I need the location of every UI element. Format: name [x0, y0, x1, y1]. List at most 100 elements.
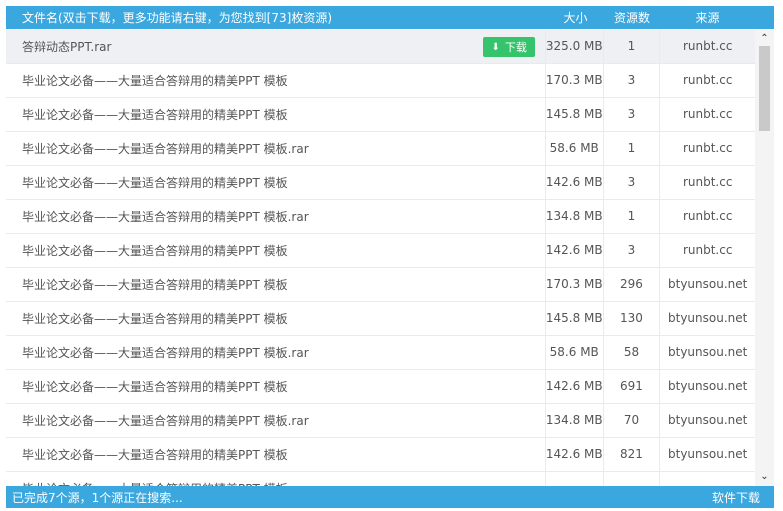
software-download-link[interactable]: 软件下载: [712, 489, 760, 506]
file-name: 毕业论文必备——大量适合答辩用的精美PPT 模板: [22, 74, 288, 88]
source-site: runbt.cc: [659, 30, 755, 63]
chevron-up-icon[interactable]: ⌃: [755, 32, 774, 46]
file-size: 142.6 MB: [544, 438, 603, 471]
vertical-scrollbar[interactable]: ⌃ ⌄: [755, 30, 774, 486]
source-site: runbt.cc: [659, 166, 755, 199]
file-name-cell: 毕业论文必备——大量适合答辩用的精美PPT 模板.rar: [6, 336, 545, 369]
file-name: 毕业论文必备——大量适合答辩用的精美PPT 模板: [22, 108, 288, 122]
search-results-window: 文件名(双击下载，更多功能请右键，为您找到[73]枚资源) 大小 资源数 来源 …: [6, 6, 774, 508]
file-size: 145.8 MB: [544, 98, 603, 131]
file-size: 325.0 MB: [544, 30, 603, 63]
file-name-cell: 毕业论文必备——大量适合答辩用的精美PPT 模板: [6, 370, 545, 403]
table-row[interactable]: 毕业论文必备——大量适合答辩用的精美PPT 模板.rar 58.6 MB 1 runb…: [6, 132, 755, 166]
table-row[interactable]: 毕业论文必备——大量适合答辩用的精美PPT 模板.rar 58.6 MB 58 bty…: [6, 336, 755, 370]
resource-count: 58: [602, 336, 660, 369]
file-size: 134.8 MB: [544, 404, 603, 437]
download-button[interactable]: ⬇ 下载: [483, 37, 535, 57]
file-name-cell: 毕业论文必备——大量适合答辩用的精美PPT 模板: [6, 98, 545, 131]
file-size: 170.3 MB: [544, 268, 603, 301]
resource-count: 3: [602, 98, 660, 131]
table-row[interactable]: 毕业论文必备——大量适合答辩用的精美PPT 模板.rar 134.8 MB 70 bt…: [6, 404, 755, 438]
resource-count: 70: [602, 404, 660, 437]
file-name: 毕业论文必备——大量适合答辩用的精美PPT 模板: [22, 244, 288, 258]
table-row[interactable]: 毕业论文必备——大量适合答辩用的精美PPT 模板 145.8 MB 3 runbt.c…: [6, 98, 755, 132]
download-label: 下载: [504, 41, 527, 54]
source-site: [659, 472, 755, 486]
file-name: 毕业论文必备——大量适合答辩用的精美PPT 模板.rar: [22, 210, 309, 224]
file-name: 毕业论文必备——大量适合答辩用的精美PPT 模板: [22, 312, 288, 326]
file-name-cell: 毕业论文必备——大量适合答辩用的精美PPT 模板.rar: [6, 200, 545, 233]
file-name-cell: 毕业论文必备——大量适合答辩用的精美PPT 模板: [6, 268, 545, 301]
source-site: btyunsou.net: [659, 438, 755, 471]
header-source[interactable]: 来源: [660, 9, 755, 26]
scrollbar-thumb[interactable]: [759, 46, 770, 131]
chevron-down-icon[interactable]: ⌄: [755, 470, 774, 484]
file-name: 答辩动态PPT.rar: [22, 40, 112, 54]
resource-count: 296: [602, 268, 660, 301]
file-size: 142.6 MB: [544, 370, 603, 403]
file-size: 142.6 MB: [544, 166, 603, 199]
search-status-text: 已完成7个源，1个源正在搜索...: [12, 490, 183, 505]
file-name: 毕业论文必备——大量适合答辩用的精美PPT 模板: [22, 176, 288, 190]
header-filename[interactable]: 文件名(双击下载，更多功能请右键，为您找到[73]枚资源): [6, 9, 547, 26]
file-size: 170.3 MB: [544, 64, 603, 97]
resource-count: 1: [602, 30, 660, 63]
results-header: 文件名(双击下载，更多功能请右键，为您找到[73]枚资源) 大小 资源数 来源: [6, 6, 774, 29]
file-name-cell: 毕业论文必备——大量适合答辩用的精美PPT 模板: [6, 64, 545, 97]
source-site: btyunsou.net: [659, 370, 755, 403]
resource-count: 1: [602, 200, 660, 233]
table-row[interactable]: 毕业论文必备——大量适合答辩用的精美PPT 模板 142.6 MB 691 btyun…: [6, 370, 755, 404]
file-name-cell: 毕业论文必备——大量适合答辩用的精美PPT 模板.rar: [6, 404, 545, 437]
file-name: 毕业论文必备——大量适合答辩用的精美PPT 模板: [22, 448, 288, 462]
file-size: 58.6 MB: [544, 336, 603, 369]
table-row[interactable]: 毕业论文必备——大量适合答辩用的精美PPT 模板 142.6 MB 3 runbt.c…: [6, 166, 755, 200]
source-site: runbt.cc: [659, 234, 755, 267]
file-name-cell: 毕业论文必备——大量适合答辩用的精美PPT 模板: [6, 302, 545, 335]
file-name: 毕业论文必备——大量适合答辩用的精美PPT 模板.rar: [22, 414, 309, 428]
resource-count: [602, 472, 660, 486]
arrow-down-icon: ⬇: [491, 41, 500, 53]
file-name: 毕业论文必备——大量适合答辩用的精美PPT 模板.rar: [22, 142, 309, 156]
resource-count: 691: [602, 370, 660, 403]
table-row[interactable]: 毕业论文必备——大量适合答辩用的精美PPT 模板 142.6 MB 821 btyun…: [6, 438, 755, 472]
table-row[interactable]: 毕业论文必备——大量适合答辩用的精美PPT 模板 170.3 MB 296 btyun…: [6, 268, 755, 302]
resource-count: 130: [602, 302, 660, 335]
file-name-cell: 答辩动态PPT.rar ⬇ 下载: [6, 30, 545, 63]
file-name-cell: 毕业论文必备——大量适合答辩用的精美PPT 模板: [6, 472, 545, 486]
source-site: runbt.cc: [659, 98, 755, 131]
resource-count: 3: [602, 64, 660, 97]
file-size: 145.8 MB: [544, 302, 603, 335]
table-row[interactable]: 毕业论文必备——大量适合答辩用的精美PPT 模板 170.3 MB 3 runbt.c…: [6, 64, 755, 98]
table-row[interactable]: 毕业论文必备——大量适合答辩用的精美PPT 模板.rar 134.8 MB 1 run…: [6, 200, 755, 234]
source-site: runbt.cc: [659, 132, 755, 165]
resource-count: 1: [602, 132, 660, 165]
header-resource-count[interactable]: 资源数: [604, 9, 660, 26]
resource-count: 821: [602, 438, 660, 471]
file-size: 134.8 MB: [544, 200, 603, 233]
file-name: 毕业论文必备——大量适合答辩用的精美PPT 模板: [22, 380, 288, 394]
source-site: runbt.cc: [659, 200, 755, 233]
table-row[interactable]: 毕业论文必备——大量适合答辩用的精美PPT 模板 145.8 MB 130 btyun…: [6, 302, 755, 336]
file-name: 毕业论文必备——大量适合答辩用的精美PPT 模板: [22, 278, 288, 292]
table-row[interactable]: 毕业论文必备——大量适合答辩用的精美PPT 模板 142.6 MB 3 runbt.c…: [6, 234, 755, 268]
source-site: btyunsou.net: [659, 268, 755, 301]
file-size: [544, 472, 603, 486]
table-row[interactable]: 答辩动态PPT.rar ⬇ 下载 325.0 MB 1 runbt.cc: [6, 30, 755, 64]
source-site: runbt.cc: [659, 64, 755, 97]
results-list: 答辩动态PPT.rar ⬇ 下载 325.0 MB 1 runbt.cc 毕业论文必备——大…: [6, 30, 755, 486]
table-row[interactable]: 毕业论文必备——大量适合答辩用的精美PPT 模板: [6, 472, 755, 486]
resource-count: 3: [602, 166, 660, 199]
source-site: btyunsou.net: [659, 404, 755, 437]
status-bar: 已完成7个源，1个源正在搜索... 软件下载: [6, 486, 774, 508]
file-name-cell: 毕业论文必备——大量适合答辩用的精美PPT 模板.rar: [6, 132, 545, 165]
source-site: btyunsou.net: [659, 302, 755, 335]
file-size: 142.6 MB: [544, 234, 603, 267]
header-size[interactable]: 大小: [547, 9, 604, 26]
file-name-cell: 毕业论文必备——大量适合答辩用的精美PPT 模板: [6, 438, 545, 471]
file-name-cell: 毕业论文必备——大量适合答辩用的精美PPT 模板: [6, 166, 545, 199]
resource-count: 3: [602, 234, 660, 267]
file-name-cell: 毕业论文必备——大量适合答辩用的精美PPT 模板: [6, 234, 545, 267]
file-name: 毕业论文必备——大量适合答辩用的精美PPT 模板.rar: [22, 346, 309, 360]
source-site: btyunsou.net: [659, 336, 755, 369]
file-size: 58.6 MB: [544, 132, 603, 165]
